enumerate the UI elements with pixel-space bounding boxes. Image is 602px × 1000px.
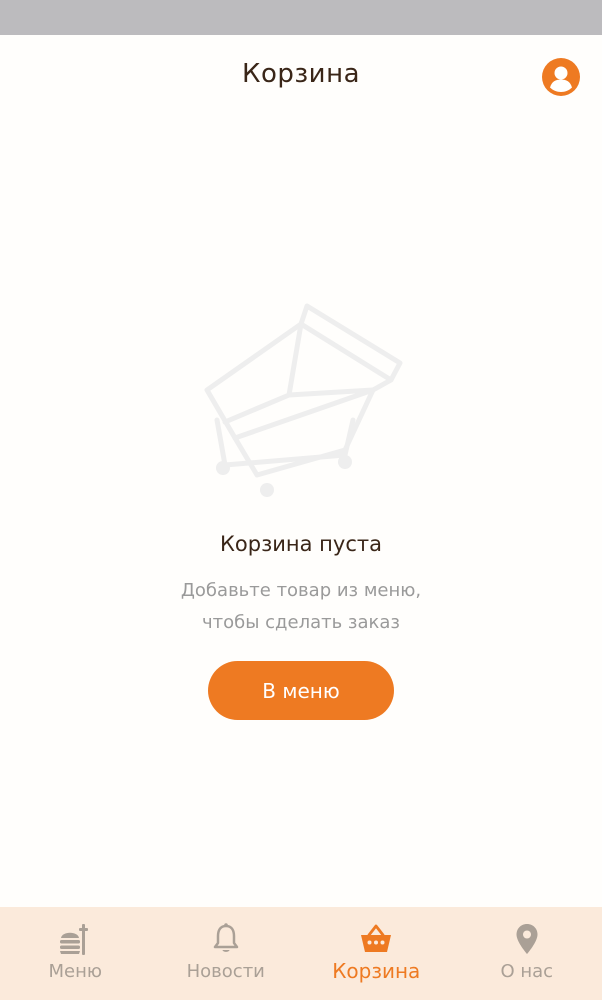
bottom-navigation: Меню Новости Корзина О нас [0, 907, 602, 1000]
app-header: Корзина [0, 35, 602, 115]
cart-screen: Корзина Корзина пуста Добавьте товар из … [0, 0, 602, 1000]
nav-item-news[interactable]: Новости [151, 907, 302, 1000]
empty-cart-title: Корзина пуста [220, 532, 382, 556]
subtitle-line: Добавьте товар из меню, [180, 580, 422, 601]
nav-item-about[interactable]: О нас [452, 907, 602, 1000]
nav-label: Меню [48, 961, 103, 982]
page-title: Корзина [241, 59, 361, 89]
subtitle-line: чтобы сделать заказ [201, 612, 400, 633]
nav-label: Новости [186, 961, 265, 982]
nav-label: О нас [500, 961, 554, 982]
go-to-menu-button[interactable]: В меню [208, 661, 394, 720]
nav-item-cart[interactable]: Корзина [301, 907, 452, 1000]
nav-item-menu[interactable]: Меню [0, 907, 151, 1000]
basket-icon [358, 921, 394, 957]
status-bar [0, 0, 602, 35]
shopping-cart-icon [204, 303, 403, 497]
nav-label: Корзина [332, 959, 421, 983]
profile-button[interactable] [542, 58, 580, 96]
empty-cart-subtitle: Добавьте товар из меню, чтобы сделать за… [60, 575, 542, 639]
user-circle-icon [550, 66, 572, 92]
bell-icon [208, 921, 244, 957]
location-pin-icon [509, 921, 545, 957]
food-icon [57, 921, 93, 957]
